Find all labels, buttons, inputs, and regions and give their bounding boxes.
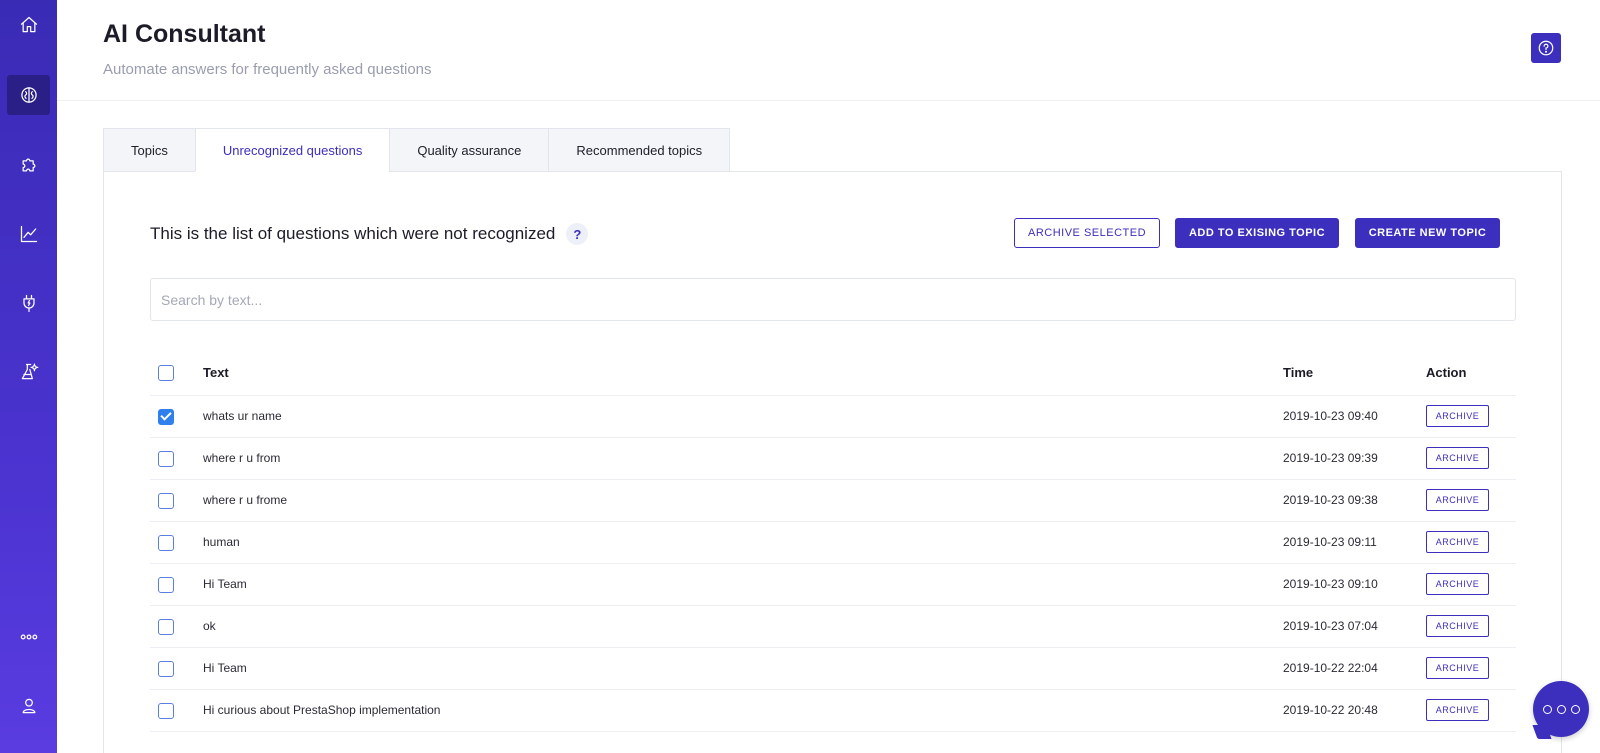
tab-unrecognized-questions[interactable]: Unrecognized questions	[194, 128, 390, 172]
flask-icon	[21, 363, 38, 380]
sidebar-item-profile[interactable]	[7, 686, 50, 726]
create-new-topic-button[interactable]: CREATE NEW TOPIC	[1355, 218, 1500, 248]
table-row: where r u frome 2019-10-23 09:38 ARCHIVE	[150, 480, 1516, 522]
row-text: Hi Team	[203, 577, 247, 591]
archive-selected-button[interactable]: ARCHIVE SELECTED	[1014, 218, 1160, 248]
archive-button[interactable]: ARCHIVE	[1426, 573, 1489, 595]
row-text: whats ur name	[203, 409, 282, 423]
tab-quality-assurance[interactable]: Quality assurance	[389, 128, 549, 172]
table-row: Hi Team 2019-10-23 09:10 ARCHIVE	[150, 564, 1516, 606]
home-icon	[20, 16, 37, 33]
plug-icon	[22, 294, 35, 312]
table-row: ok 2019-10-23 07:04 ARCHIVE	[150, 606, 1516, 648]
sidebar	[0, 0, 57, 753]
panel-heading: This is the list of questions which were…	[150, 223, 589, 245]
puzzle-icon	[22, 158, 35, 172]
page-title: AI Consultant	[103, 20, 266, 48]
column-header-action: Action	[1426, 365, 1467, 380]
more-icon	[20, 634, 37, 640]
unrecognized-questions-panel: This is the list of questions which were…	[103, 171, 1562, 753]
row-time: 2019-10-23 09:10	[1283, 577, 1378, 591]
sidebar-item-lab[interactable]	[7, 352, 50, 392]
column-header-text: Text	[203, 365, 229, 380]
row-time: 2019-10-23 09:39	[1283, 451, 1378, 465]
row-time: 2019-10-23 09:40	[1283, 409, 1378, 423]
tab-topics[interactable]: Topics	[103, 128, 195, 172]
panel-heading-text: This is the list of questions which were…	[150, 224, 556, 243]
help-button[interactable]	[1531, 33, 1561, 63]
archive-button[interactable]: ARCHIVE	[1426, 699, 1489, 721]
row-text: Hi Team	[203, 661, 247, 675]
table-row: whats ur name 2019-10-23 09:40 ARCHIVE	[150, 396, 1516, 438]
archive-button[interactable]: ARCHIVE	[1426, 531, 1489, 553]
row-text: ok	[203, 619, 216, 633]
chat-dot	[1556, 704, 1566, 714]
chat-dot	[1542, 704, 1552, 714]
archive-button[interactable]: ARCHIVE	[1426, 447, 1489, 469]
page-header: AI Consultant Automate answers for frequ…	[57, 0, 1600, 101]
row-checkbox[interactable]	[158, 451, 174, 467]
row-time: 2019-10-23 09:38	[1283, 493, 1378, 507]
add-to-existing-topic-button[interactable]: ADD TO EXISING TOPIC	[1175, 218, 1339, 248]
chat-dot	[1570, 704, 1580, 714]
row-checkbox[interactable]	[158, 493, 174, 509]
archive-button[interactable]: ARCHIVE	[1426, 489, 1489, 511]
table-row: Hi Team 2019-10-22 22:04 ARCHIVE	[150, 648, 1516, 690]
chat-widget-button[interactable]	[1533, 681, 1589, 737]
archive-button[interactable]: ARCHIVE	[1426, 657, 1489, 679]
select-all-checkbox[interactable]	[158, 365, 174, 381]
sidebar-item-plugins[interactable]	[7, 283, 50, 323]
brain-icon	[20, 87, 37, 103]
table-row: human 2019-10-23 09:11 ARCHIVE	[150, 522, 1516, 564]
sidebar-item-analytics[interactable]	[7, 214, 50, 254]
sidebar-item-integrations[interactable]	[7, 145, 50, 185]
row-time: 2019-10-22 20:48	[1283, 703, 1378, 717]
tab-recommended-topics[interactable]: Recommended topics	[548, 128, 731, 172]
sidebar-item-ai-consultant[interactable]	[7, 75, 50, 115]
page-subtitle: Automate answers for frequently asked qu…	[103, 61, 432, 78]
questions-table: Text Time Action whats ur name 2019-10-2…	[150, 350, 1516, 732]
question-circle-icon	[1538, 40, 1554, 56]
archive-button[interactable]: ARCHIVE	[1426, 615, 1489, 637]
row-text: where r u frome	[203, 493, 288, 507]
sidebar-item-home[interactable]	[7, 5, 50, 45]
user-icon	[22, 698, 35, 714]
row-text: human	[203, 535, 240, 549]
table-row: Hi curious about PrestaShop implementati…	[150, 690, 1516, 732]
chart-line-icon	[20, 225, 37, 243]
row-checkbox[interactable]	[158, 535, 174, 551]
table-header: Text Time Action	[150, 350, 1516, 396]
row-checkbox[interactable]	[158, 577, 174, 593]
row-text: where r u from	[203, 451, 281, 465]
search-input[interactable]	[150, 278, 1516, 321]
row-checkbox[interactable]	[158, 661, 174, 677]
row-time: 2019-10-23 07:04	[1283, 619, 1378, 633]
row-checkbox[interactable]	[158, 703, 174, 719]
row-checkbox[interactable]	[158, 409, 174, 425]
row-text: Hi curious about PrestaShop implementati…	[203, 703, 441, 717]
archive-button[interactable]: ARCHIVE	[1426, 405, 1489, 427]
row-time: 2019-10-22 22:04	[1283, 661, 1378, 675]
help-badge[interactable]: ?	[566, 223, 589, 245]
tab-bar: Topics Unrecognized questions Quality as…	[103, 128, 731, 172]
table-row: where r u from 2019-10-23 09:39 ARCHIVE	[150, 438, 1516, 480]
sidebar-item-more[interactable]	[7, 617, 50, 657]
column-header-time: Time	[1283, 365, 1314, 380]
row-checkbox[interactable]	[158, 619, 174, 635]
row-time: 2019-10-23 09:11	[1283, 535, 1377, 549]
